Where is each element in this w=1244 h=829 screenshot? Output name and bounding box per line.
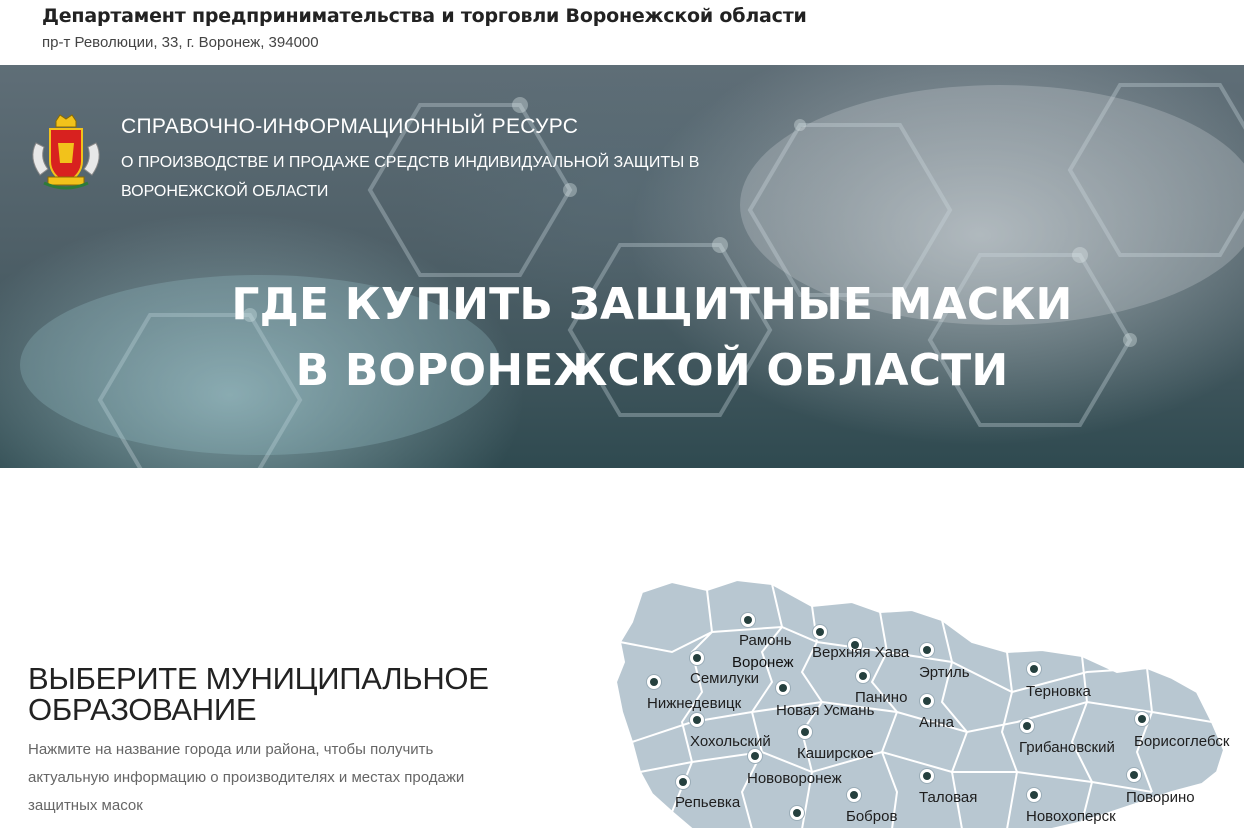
map-marker-panino[interactable] [855, 668, 871, 684]
region-map: Рамонь Воронеж Верхняя Хава Эртиль Терно… [612, 572, 1244, 829]
map-marker-novovoronezh[interactable] [747, 748, 763, 764]
city-link-ramon[interactable]: Рамонь [739, 632, 792, 649]
map-marker-repyevka[interactable] [675, 774, 691, 790]
city-link-khokholsky[interactable]: Хохольский [690, 733, 771, 750]
map-marker-nizhnedevitsk[interactable] [646, 674, 662, 690]
map-marker-ternovka[interactable] [1026, 661, 1042, 677]
city-link-gribanovsky[interactable]: Грибановский [1019, 739, 1115, 756]
site-header: Департамент предпринимательства и торгов… [0, 0, 1244, 65]
city-link-anna[interactable]: Анна [919, 714, 954, 731]
city-link-novaya-usman[interactable]: Новая Усмань [776, 702, 874, 719]
select-municipality-hint: Нажмите на название города или района, ч… [28, 741, 465, 814]
map-marker-ertil[interactable] [919, 642, 935, 658]
city-link-novokhopersk[interactable]: Новохоперск [1026, 808, 1116, 825]
hero-heading: ГДЕ КУПИТЬ ЗАЩИТНЫЕ МАСКИ В ВОРОНЕЖСКОЙ … [0, 272, 1244, 404]
city-link-povorino[interactable]: Поворино [1126, 789, 1195, 806]
map-marker-ramon[interactable] [740, 612, 756, 628]
map-marker-povorino[interactable] [1126, 767, 1142, 783]
map-marker-talovaya[interactable] [919, 768, 935, 784]
city-link-ertil[interactable]: Эртиль [919, 664, 970, 681]
hero-heading-line-2: В ВОРОНЕЖСКОЙ ОБЛАСТИ [295, 345, 1009, 396]
map-marker-khokholsky[interactable] [689, 712, 705, 728]
hero-heading-line-1: ГДЕ КУПИТЬ ЗАЩИТНЫЕ МАСКИ [231, 279, 1073, 330]
city-link-ternovka[interactable]: Терновка [1026, 683, 1091, 700]
department-title[interactable]: Департамент предпринимательства и торгов… [42, 5, 807, 27]
map-marker-gribanovsky[interactable] [1019, 718, 1035, 734]
city-link-novovoronezh[interactable]: Нововоронеж [747, 770, 842, 787]
map-marker-borisoglebsk[interactable] [1134, 711, 1150, 727]
map-marker-voronezh[interactable] [812, 624, 828, 640]
resource-title: СПРАВОЧНО-ИНФОРМАЦИОННЫЙ РЕСУРС [121, 115, 579, 138]
map-marker-anna[interactable] [919, 693, 935, 709]
hero-banner: СПРАВОЧНО-ИНФОРМАЦИОННЫЙ РЕСУРС О ПРОИЗВ… [0, 65, 1244, 468]
map-marker-novokhopersk[interactable] [1026, 787, 1042, 803]
city-link-voronezh[interactable]: Воронеж [732, 654, 794, 671]
city-link-borisoglebsk[interactable]: Борисоглебск [1134, 733, 1229, 750]
map-marker-semiluki[interactable] [689, 650, 705, 666]
map-marker-kashirskoe[interactable] [797, 724, 813, 740]
select-municipality-title-line-1: ВЫБЕРИТЕ МУНИЦИПАЛЬНОЕ [28, 661, 489, 696]
map-marker-novaya-usman[interactable] [775, 680, 791, 696]
select-municipality-title-line-2: ОБРАЗОВАНИЕ [28, 692, 257, 727]
city-link-verkhnyaya-khava[interactable]: Верхняя Хава [812, 644, 909, 661]
select-municipality-title: ВЫБЕРИТЕ МУНИЦИПАЛЬНОЕ ОБРАЗОВАНИЕ [28, 663, 489, 725]
city-link-kashirskoe[interactable]: Каширское [797, 745, 874, 762]
city-link-nizhnedevitsk[interactable]: Нижнедевицк [647, 695, 741, 712]
city-link-talovaya[interactable]: Таловая [919, 789, 977, 806]
coat-of-arms-icon [32, 114, 100, 190]
city-link-repyevka[interactable]: Репьевка [675, 794, 740, 811]
map-marker-partial[interactable] [789, 805, 805, 821]
map-marker-bobrov[interactable] [846, 787, 862, 803]
city-link-bobrov[interactable]: Бобров [846, 808, 897, 825]
resource-subtitle: О ПРОИЗВОДСТВЕ И ПРОДАЖЕ СРЕДСТВ ИНДИВИД… [121, 154, 700, 200]
city-link-semiluki[interactable]: Семилуки [690, 670, 759, 687]
department-address: пр-т Революции, 33, г. Воронеж, 394000 [42, 34, 319, 51]
